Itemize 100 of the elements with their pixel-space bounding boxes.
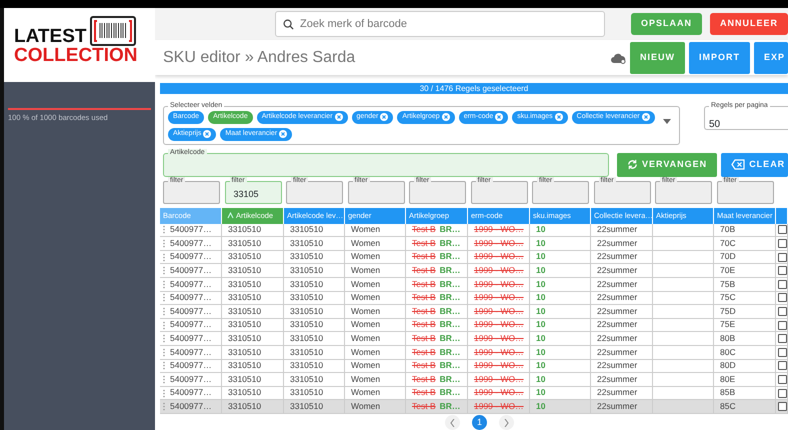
save-button[interactable]: OPSLAAN	[630, 13, 702, 36]
old-value: 1999 - WO…	[474, 332, 524, 346]
table-cell-text: 3310510	[290, 278, 324, 291]
table-cell-text: Women	[351, 372, 380, 386]
backspace-icon	[731, 159, 746, 170]
row-checkbox[interactable]	[778, 266, 787, 276]
new-value: BR…	[440, 359, 460, 372]
drag-handle-icon[interactable]	[162, 388, 166, 398]
remove-icon[interactable]	[380, 113, 388, 122]
drag-handle-icon[interactable]	[162, 239, 166, 248]
drag-handle-icon[interactable]	[162, 348, 166, 357]
row-checkbox[interactable]	[778, 348, 787, 357]
logo-text: LATEST	[14, 26, 86, 46]
drag-handle-icon[interactable]	[162, 361, 166, 370]
drag-handle-icon[interactable]	[162, 334, 166, 344]
table-cell-text: 22summer	[597, 236, 638, 250]
old-value: 1999 - WO…	[474, 359, 524, 372]
row-checkbox[interactable]	[778, 280, 787, 289]
table-cell-text: 3310510	[228, 386, 262, 400]
table-cell-text: 3310510	[228, 304, 262, 318]
remove-icon[interactable]	[279, 130, 288, 138]
table-cell-text: 5400977…	[170, 359, 212, 372]
next-page-button[interactable]	[499, 415, 514, 430]
old-value: Test B	[412, 372, 436, 386]
old-value: 1999 - WO…	[474, 372, 524, 386]
row-checkbox[interactable]	[778, 361, 787, 370]
row-checkbox[interactable]	[778, 293, 787, 302]
table-cell: 70E	[720, 264, 736, 278]
table-cell-text: 3310510	[228, 359, 262, 372]
new-button[interactable]: NIEUW	[630, 42, 685, 74]
new-value: BR…	[440, 236, 460, 250]
table-cell-text: 75D	[720, 304, 736, 318]
remove-icon[interactable]	[203, 130, 212, 138]
row-checkbox[interactable]	[778, 388, 787, 398]
old-value: 1999 - WO…	[474, 223, 524, 236]
replace-button[interactable]: VERVANGEN	[617, 152, 718, 177]
row-checkbox[interactable]	[778, 402, 787, 412]
remove-icon[interactable]	[495, 113, 504, 122]
table-cell: Women	[351, 332, 380, 346]
drag-handle-icon[interactable]	[162, 375, 166, 384]
drag-handle-icon[interactable]	[162, 266, 166, 276]
table-cell-text: 5400977…	[170, 318, 212, 332]
table-cell-text: 3310510	[290, 318, 324, 332]
table-cell-text: 70C	[720, 236, 736, 250]
table-cell-text: 5400977…	[170, 400, 212, 413]
row-checkbox[interactable]	[778, 375, 787, 384]
remove-icon[interactable]	[642, 113, 650, 122]
remove-icon[interactable]	[334, 113, 343, 122]
old-value: 1999 - WO…	[474, 386, 524, 400]
toolbar-button[interactable]: EXP	[754, 42, 788, 74]
table-cell-text: 70B	[720, 223, 736, 236]
previous-page-button[interactable]	[445, 415, 460, 430]
new-value: BR…	[440, 318, 460, 332]
table-cell-text: 10	[536, 318, 546, 332]
table-cell-text: 10	[536, 359, 546, 372]
drag-handle-icon[interactable]	[162, 280, 166, 289]
search-field[interactable]: Zoek merk of barcode	[275, 11, 605, 38]
row-checkbox[interactable]	[778, 334, 787, 344]
row-checkbox[interactable]	[778, 307, 787, 316]
cancel-button[interactable]: ANNULEER	[710, 13, 788, 36]
row-checkbox[interactable]	[778, 239, 787, 248]
table-cell-text: 10	[536, 291, 546, 304]
row-checkbox[interactable]	[778, 252, 787, 262]
drag-handle-icon[interactable]	[162, 307, 166, 316]
table-cell-text: 5400977…	[170, 386, 212, 400]
table-cell-text: 10	[536, 304, 546, 318]
logo-text: COLLECTION	[14, 46, 138, 64]
table-cell-text: Women	[351, 223, 380, 236]
toolbar-button[interactable]: IMPORT	[688, 42, 750, 74]
old-value: Test B	[412, 332, 436, 346]
drag-handle-icon[interactable]	[162, 293, 166, 302]
drag-handle-icon[interactable]	[162, 320, 166, 330]
table-cell-text: 22summer	[597, 400, 638, 413]
table-cell-text: 22summer	[597, 278, 638, 291]
selection-bar: 30 / 1476 Regels geselecteerd	[160, 82, 788, 94]
sort-icon[interactable]	[227, 212, 234, 220]
table-cell-text: 5400977…	[170, 223, 212, 236]
page-button[interactable]: 1	[472, 415, 487, 430]
old-value: 1999 - WO…	[474, 250, 524, 264]
table-cell-text: 80E	[720, 372, 736, 386]
old-value: Test B	[412, 386, 436, 400]
row-checkbox[interactable]	[778, 320, 787, 330]
chevron-left-icon	[450, 418, 455, 426]
table-cell-text: 3310510	[290, 346, 324, 359]
table-cell-text: Women	[351, 304, 380, 318]
new-value: BR…	[440, 372, 460, 386]
clear-button[interactable]: CLEAR	[721, 152, 788, 177]
barcode-icon	[90, 16, 136, 46]
table-cell-text: 5400977…	[170, 236, 212, 250]
new-value: BR…	[440, 223, 460, 236]
remove-icon[interactable]	[554, 113, 563, 122]
old-value: 1999 - WO…	[474, 304, 524, 318]
table-cell: 80B	[720, 332, 736, 346]
row-checkbox[interactable]	[778, 225, 787, 234]
drag-handle-icon[interactable]	[162, 252, 166, 262]
remove-icon[interactable]	[442, 113, 450, 122]
dropdown-icon[interactable]	[663, 118, 671, 124]
column-header[interactable]	[776, 208, 788, 224]
drag-handle-icon[interactable]	[162, 225, 166, 234]
table-cell-text: 3310510	[290, 304, 324, 318]
